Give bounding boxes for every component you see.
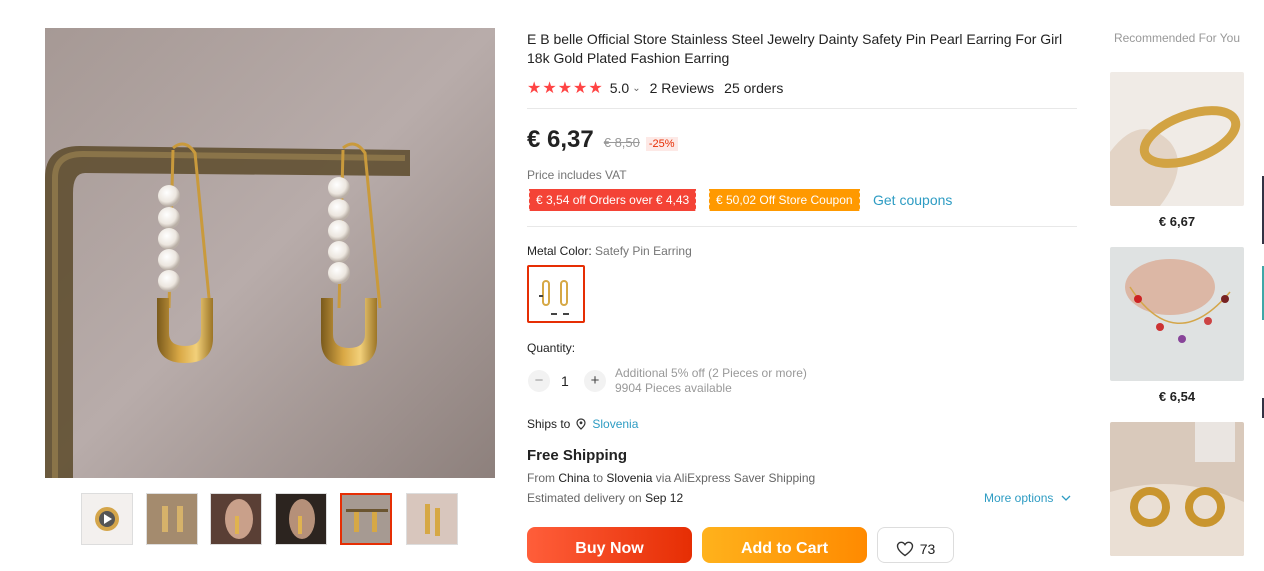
current-price: € 6,37	[527, 126, 594, 153]
sku-option-safety-pin[interactable]	[527, 265, 585, 323]
get-coupons-link[interactable]: Get coupons	[873, 192, 952, 208]
estimated-delivery: Estimated delivery on Sep 12	[527, 491, 683, 505]
wishlist-button[interactable]: 73	[877, 527, 954, 563]
star-icon: ★	[542, 80, 557, 97]
recommended-item-3-image[interactable]	[1110, 422, 1244, 556]
star-icon: ★	[573, 80, 588, 97]
orders-count: 25 orders	[724, 80, 784, 96]
thumbnail-6[interactable]	[406, 493, 458, 545]
quantity-increase-button[interactable]: +	[584, 370, 606, 392]
thumbnail-5-selected[interactable]	[340, 493, 392, 545]
chevron-down-icon[interactable]	[1061, 495, 1071, 502]
thumbnail-3[interactable]	[210, 493, 262, 545]
recommended-title: Recommended For You	[1113, 31, 1241, 45]
earring-photo	[45, 28, 495, 478]
quantity-discount-note: Additional 5% off (2 Pieces or more)	[615, 366, 807, 380]
reviews-link[interactable]: 2 Reviews	[650, 80, 715, 96]
delivery-date: Sep 12	[645, 491, 684, 505]
rating-value[interactable]: 5.0	[610, 80, 629, 96]
shipping-route: From China to Slovenia via AliExpress Sa…	[527, 471, 815, 485]
price-row: € 6,37 € 8,50 -25%	[527, 126, 678, 154]
recommended-item-2-image[interactable]	[1110, 247, 1244, 381]
quantity-label: Quantity:	[527, 341, 576, 355]
recommended-item-1-image[interactable]	[1110, 72, 1244, 206]
location-pin-icon	[576, 418, 586, 430]
thumbnail-video[interactable]	[81, 493, 133, 545]
more-options-label[interactable]: More options	[984, 491, 1053, 505]
rating-row: ★★★★★ 5.0 ⌄ 2 Reviews 25 orders	[527, 78, 783, 98]
ship-to-country: Slovenia	[606, 471, 653, 485]
star-icon: ★	[588, 80, 603, 97]
coupon-orders[interactable]: € 3,54 off Orders over € 4,43	[527, 189, 697, 211]
coupon-store[interactable]: € 50,02 Off Store Coupon	[708, 189, 860, 211]
ships-to-label: Ships to	[527, 417, 571, 431]
recommended-item-2-price[interactable]: € 6,54	[1110, 389, 1244, 404]
delivery-label: Estimated delivery on	[527, 491, 642, 505]
ship-from-label: From	[527, 471, 555, 485]
recommended-item-1-price[interactable]: € 6,67	[1110, 214, 1244, 229]
quantity-value[interactable]: 1	[561, 373, 569, 389]
divider	[527, 226, 1077, 227]
star-rating: ★★★★★	[527, 78, 604, 98]
ship-to-word: to	[593, 471, 604, 485]
original-price: € 8,50	[603, 135, 640, 150]
star-icon: ★	[557, 80, 573, 97]
metal-color-label: Metal Color: Satefy Pin Earring	[527, 244, 692, 258]
free-shipping-title: Free Shipping	[527, 447, 628, 464]
chevron-down-icon[interactable]: ⌄	[632, 83, 640, 94]
buy-now-button[interactable]: Buy Now	[527, 527, 692, 563]
vat-note: Price includes VAT	[527, 168, 627, 182]
ship-from-country: China	[558, 471, 590, 485]
ships-to-country[interactable]: Slovenia	[592, 417, 638, 431]
product-title: E B belle Official Store Stainless Steel…	[527, 31, 1063, 66]
main-product-image[interactable]	[45, 28, 495, 478]
add-to-cart-button[interactable]: Add to Cart	[702, 527, 867, 563]
metal-color-value: Satefy Pin Earring	[595, 244, 692, 258]
shipping-method: via AliExpress Saver Shipping	[655, 471, 816, 485]
star-icon: ★	[527, 80, 542, 97]
pieces-available: 9904 Pieces available	[615, 381, 732, 395]
thumbnail-4[interactable]	[275, 493, 327, 545]
thumbnail-2[interactable]	[146, 493, 198, 545]
metal-color-title: Metal Color:	[527, 244, 592, 258]
discount-badge: -25%	[645, 137, 678, 151]
quantity-decrease-button[interactable]: −	[528, 370, 550, 392]
more-options-link[interactable]: More options	[984, 491, 1071, 505]
divider	[527, 108, 1077, 109]
ships-to: Ships to Slovenia	[527, 417, 638, 431]
